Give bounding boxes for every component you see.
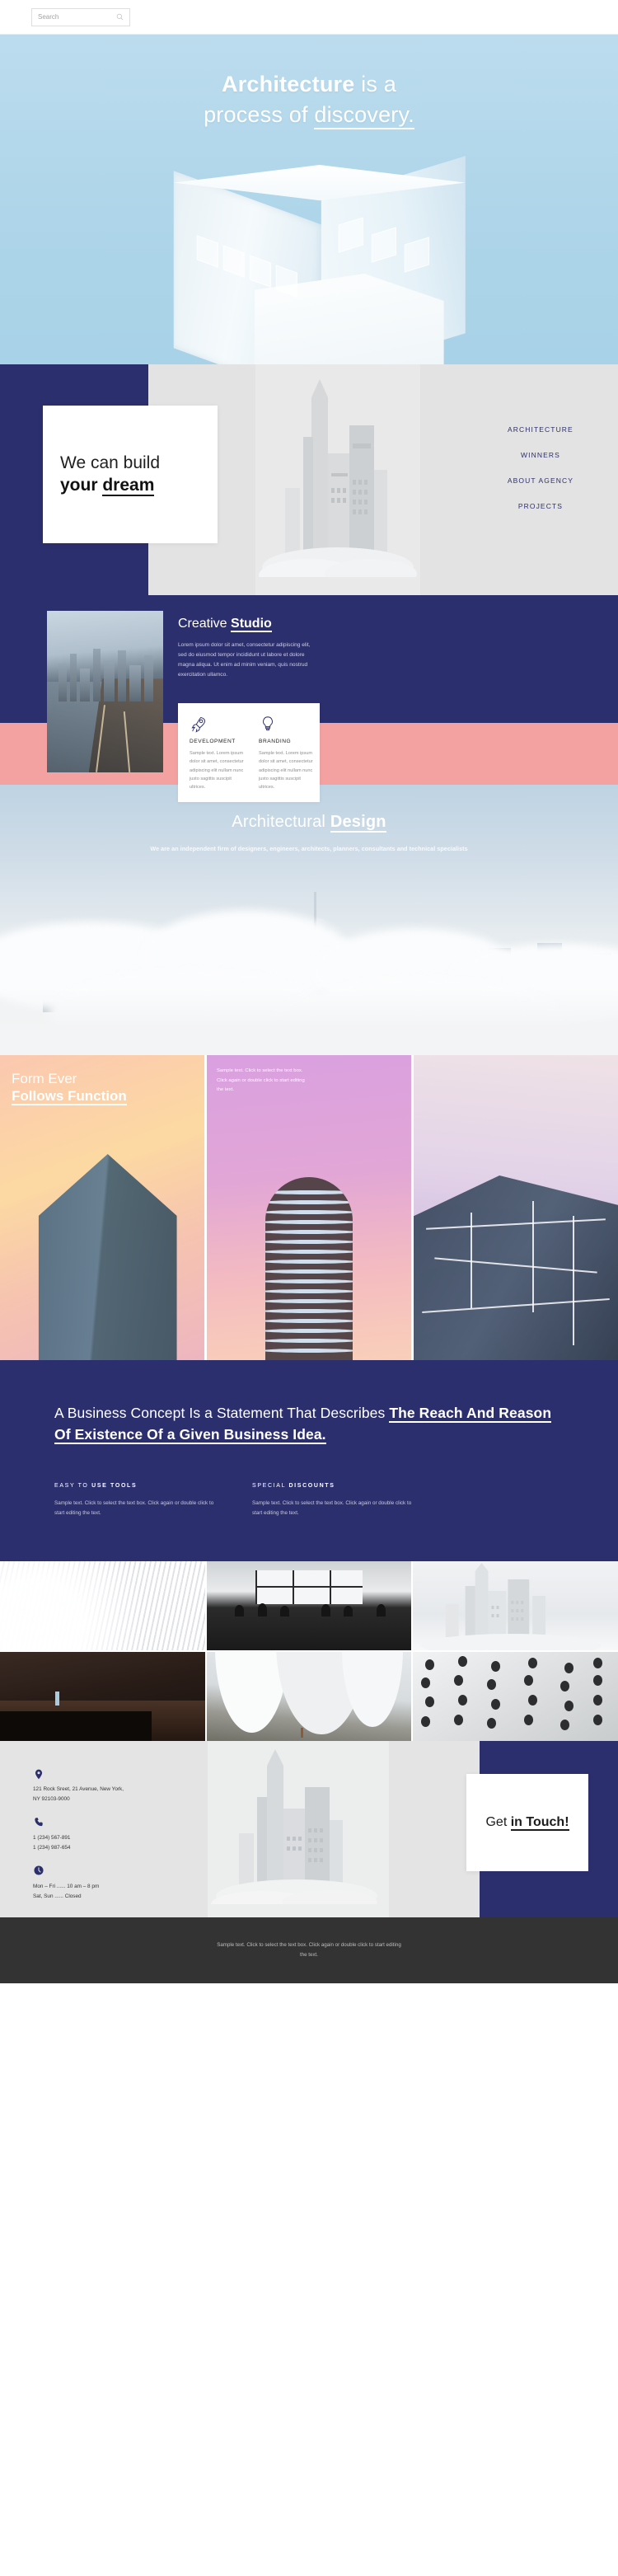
form-heading: Form Ever Follows Function [12, 1070, 127, 1106]
foggy-city-image [255, 364, 420, 595]
address-line-1: 121 Rock Sreet, 21 Avenue, New York, [33, 1786, 124, 1793]
card-branding[interactable]: BRANDING Sample text. Lorem ipsum dolor … [259, 715, 316, 792]
design-clouds [0, 899, 618, 1055]
studio-heading: Creative Studio [178, 617, 318, 632]
faceted-facade-image [414, 1175, 618, 1360]
hero-title-underlined: discovery. [314, 101, 414, 129]
hero-title: Architecture is a process of discovery. [0, 35, 618, 129]
form-column-1: Form Ever Follows Function [0, 1055, 204, 1360]
nav-item-about-agency[interactable]: ABOUT AGENCY [508, 476, 574, 485]
nav-item-winners[interactable]: WINNERS [508, 451, 574, 459]
studio-section: Creative Studio Lorem ipsum dolor sit am… [0, 595, 618, 802]
design-heading-normal: Architectural [232, 813, 330, 831]
form-note: Sample text. Click to select the text bo… [217, 1068, 305, 1093]
footer-text: Sample text. Click to select the text bo… [217, 1942, 401, 1959]
search-box[interactable] [31, 7, 130, 26]
concept-discounts-text: Sample text. Click to select the text bo… [252, 1500, 412, 1517]
studio-paragraph: Lorem ipsum dolor sit amet, consectetur … [178, 642, 311, 678]
gallery-item-perforated-circle-facade[interactable] [413, 1652, 618, 1742]
phone-line-1[interactable]: 1 (234) 567-891 [33, 1833, 190, 1843]
contact-section: 121 Rock Sreet, 21 Avenue, New York, NY … [0, 1741, 618, 1918]
rocket-icon [190, 715, 247, 733]
main-navigation: ARCHITECTURE WINNERS ABOUT AGENCY PROJEC… [508, 425, 574, 510]
form-column-2: Sample text. Click to select the text bo… [207, 1055, 411, 1360]
concept-tools-text: Sample text. Click to select the text bo… [54, 1500, 214, 1517]
search-input[interactable] [38, 13, 112, 21]
contact-address-text: 121 Rock Sreet, 21 Avenue, New York, NY … [33, 1785, 190, 1804]
contact-city-image [208, 1741, 389, 1918]
touch-bold: in Touch! [510, 1815, 569, 1832]
gallery-item-dark-hall-reflecting-pool[interactable] [0, 1652, 205, 1742]
curved-tower-image [265, 1177, 353, 1360]
gallery-item-cafe-interior-silhouettes[interactable] [206, 1561, 412, 1651]
page-root: Architecture is a process of discovery. [0, 0, 618, 1984]
phone-icon [33, 1816, 190, 1830]
design-subtitle: We are an independent firm of designers,… [150, 845, 468, 852]
concept-discounts-title: SPECIAL DISCOUNTS [252, 1483, 335, 1490]
contact-phone-row: 1 (234) 567-891 1 (234) 987-654 [33, 1816, 190, 1853]
touch-normal: Get [485, 1815, 511, 1830]
form-column-3 [414, 1055, 618, 1360]
contact-address-row: 121 Rock Sreet, 21 Avenue, New York, NY … [33, 1767, 190, 1804]
contact-details: 121 Rock Sreet, 21 Avenue, New York, NY … [33, 1767, 190, 1912]
studio-heading-bold: Studio [231, 617, 272, 632]
get-in-touch-card[interactable]: Get in Touch! [466, 1774, 588, 1872]
design-heading: Architectural Design [0, 813, 618, 833]
hero-title-bold: Architecture [222, 72, 355, 96]
phone-line-2[interactable]: 1 (234) 987-654 [33, 1843, 190, 1853]
build-card: We can build your dream [43, 406, 218, 543]
gallery-item-curved-white-facade[interactable] [206, 1652, 412, 1742]
build-line2-pre: your [60, 475, 103, 495]
hero-title-line2-pre: process of [204, 101, 315, 127]
hours-line-1: Mon – Fri ...... 10 am – 8 pm [33, 1883, 100, 1889]
concept-column-discounts: SPECIAL DISCOUNTS Sample text. Click to … [252, 1483, 414, 1518]
concept-heading: A Business Concept Is a Statement That D… [54, 1403, 564, 1445]
location-pin-icon [33, 1767, 190, 1781]
nav-item-projects[interactable]: PROJECTS [508, 502, 574, 510]
design-header: Architectural Design We are an independe… [0, 785, 618, 855]
build-line1: We can build [60, 453, 161, 473]
build-section: We can build your dream ARCHITECTURE WIN… [0, 364, 618, 595]
design-section: Architectural Design We are an independe… [0, 785, 618, 1055]
contact-hours-text: Mon – Fri ...... 10 am – 8 pm Sat, Sun .… [33, 1882, 190, 1902]
hero-section: Architecture is a process of discovery. [0, 35, 618, 364]
card-branding-title: BRANDING [259, 739, 292, 744]
form-function-section: Form Ever Follows Function Sample text. … [0, 1055, 618, 1360]
card-development-title: DEVELOPMENT [190, 739, 236, 744]
search-icon [116, 13, 124, 21]
build-line2-underlined: dream [102, 475, 155, 496]
address-line-2: NY 92103-9000 [33, 1796, 70, 1803]
footer: Sample text. Click to select the text bo… [0, 1917, 618, 1984]
gallery-item-white-ribbed-vault[interactable] [0, 1561, 205, 1651]
get-in-touch-label: Get in Touch! [485, 1815, 569, 1832]
design-heading-bold: Design [330, 813, 386, 833]
city-highway-photo [47, 611, 163, 772]
clock-icon [33, 1865, 190, 1879]
hero-building-illustration [131, 156, 518, 364]
gallery-item-foggy-skyscrapers[interactable] [413, 1561, 618, 1651]
hero-title-rest: is a [354, 72, 396, 96]
business-concept-section: A Business Concept Is a Statement That D… [0, 1360, 618, 1562]
concept-columns: EASY TO USE TOOLS Sample text. Click to … [54, 1483, 564, 1518]
photo-gallery [0, 1561, 618, 1742]
pyramid-building-image [38, 1154, 177, 1360]
concept-column-tools: EASY TO USE TOOLS Sample text. Click to … [54, 1483, 216, 1518]
concept-tools-title: EASY TO USE TOOLS [54, 1483, 138, 1490]
form-line2: Follows Function [12, 1088, 127, 1106]
build-line2: your dream [60, 475, 218, 496]
concept-heading-normal: A Business Concept Is a Statement That D… [54, 1405, 390, 1421]
studio-text: Creative Studio Lorem ipsum dolor sit am… [178, 617, 318, 680]
nav-item-architecture[interactable]: ARCHITECTURE [508, 425, 574, 434]
top-search-bar [0, 0, 618, 35]
card-development[interactable]: DEVELOPMENT Sample text. Lorem ipsum dol… [190, 715, 247, 792]
contact-hours-row: Mon – Fri ...... 10 am – 8 pm Sat, Sun .… [33, 1865, 190, 1902]
studio-heading-normal: Creative [178, 617, 232, 631]
contact-phone-text: 1 (234) 567-891 1 (234) 987-654 [33, 1833, 190, 1853]
lightbulb-icon [259, 715, 316, 733]
form-line1: Form Ever [12, 1071, 77, 1086]
hours-line-2: Sat, Sun ...... Closed [33, 1893, 82, 1899]
